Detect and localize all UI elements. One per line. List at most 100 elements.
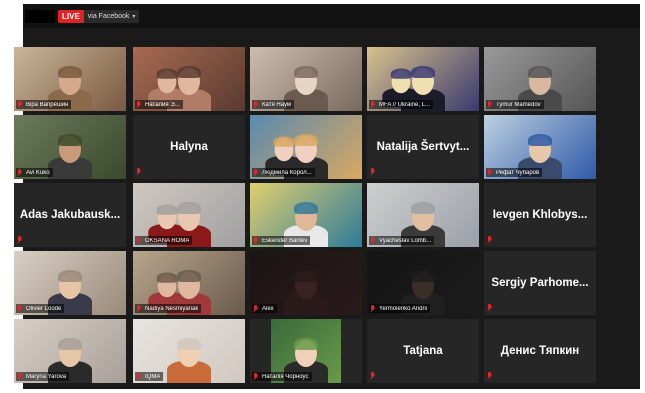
participant-tile[interactable]: Ievgen Khlobys... bbox=[484, 183, 596, 247]
participant-name-label: Наталія Чорноус bbox=[252, 372, 312, 381]
participant-name-label: Alex bbox=[252, 304, 277, 313]
participant-name: MFA // Ukraine, L... bbox=[379, 101, 431, 108]
top-bar: LIVE via Facebook ▾ bbox=[23, 4, 640, 28]
participant-name-label: Eskender Barliev bbox=[252, 236, 311, 245]
participant-tile[interactable]: Alex bbox=[250, 251, 362, 315]
mic-muted-icon bbox=[17, 100, 23, 109]
participant-name: Eskender Barliev bbox=[262, 237, 308, 244]
participant-tile[interactable]: Nadiya Nesmiyanak bbox=[133, 251, 245, 315]
participant-tile[interactable]: Наталія Чорноус bbox=[250, 319, 362, 383]
participant-tile[interactable]: Катя Наум bbox=[250, 47, 362, 111]
top-left-block bbox=[25, 10, 55, 23]
mic-muted-icon bbox=[487, 100, 493, 109]
participant-tile[interactable]: Maryna Yarova bbox=[14, 319, 126, 383]
participant-tile[interactable]: Adas Jakubausk... bbox=[14, 183, 126, 247]
mic-muted-icon bbox=[17, 304, 23, 313]
mic-muted-icon bbox=[253, 168, 259, 177]
mic-muted-icon bbox=[370, 100, 376, 109]
live-badge: LIVE bbox=[58, 10, 84, 23]
participant-name: Halyna bbox=[170, 141, 208, 153]
participant-tile[interactable]: Vyacheslav Lomb... bbox=[367, 183, 479, 247]
participant-tile[interactable]: Наталия Э... bbox=[133, 47, 245, 111]
participant-name-label: Катя Наум bbox=[252, 100, 295, 109]
participant-name-label: Наталия Э... bbox=[135, 100, 183, 109]
participant-name-label: OKSANA ROMA bbox=[135, 236, 193, 245]
mic-muted-icon bbox=[17, 168, 23, 177]
participant-tile[interactable]: Денис Тяпкин bbox=[484, 319, 596, 383]
participant-name: Tymur Mamedov bbox=[496, 101, 541, 108]
participant-tile[interactable]: Halyna bbox=[133, 115, 245, 179]
participant-tile[interactable]: MFA // Ukraine, L... bbox=[367, 47, 479, 111]
mic-muted-icon bbox=[253, 372, 259, 381]
participant-name: Наталія Чорноус bbox=[262, 373, 309, 380]
participant-tile[interactable]: Tatjana bbox=[367, 319, 479, 383]
participant-name: OKSANA ROMA bbox=[145, 237, 190, 244]
participant-tile[interactable]: Natalija Šertvyt... bbox=[367, 115, 479, 179]
participant-name: Рефат Чубаров bbox=[496, 169, 540, 176]
chevron-down-icon[interactable]: ▾ bbox=[132, 13, 139, 20]
participant-name: Olivier Loode bbox=[26, 305, 62, 312]
mic-muted-icon bbox=[487, 236, 493, 244]
participant-name: Ievgen Khlobys... bbox=[492, 209, 588, 221]
participant-name: Денис Тяпкин bbox=[500, 345, 580, 357]
participant-name: Nadiya Nesmiyanak bbox=[145, 305, 199, 312]
participant-name: Alex bbox=[262, 305, 274, 312]
participant-tile[interactable]: Avi Kuko bbox=[14, 115, 126, 179]
participant-tile[interactable]: Tymur Mamedov bbox=[484, 47, 596, 111]
participant-name-label: Maryna Yarova bbox=[16, 372, 70, 381]
participant-name-label: IQMA bbox=[135, 372, 164, 381]
participant-name-label: Віра Вапрешин bbox=[16, 100, 72, 109]
participant-name: Adas Jakubausk... bbox=[19, 209, 121, 221]
participant-name: Natalija Šertvyt... bbox=[376, 141, 470, 153]
mic-muted-icon bbox=[253, 236, 259, 245]
mic-muted-icon bbox=[136, 168, 142, 176]
mic-muted-icon bbox=[253, 304, 259, 313]
participant-name-label: MFA // Ukraine, L... bbox=[369, 100, 434, 109]
participant-tile[interactable]: IQMA bbox=[133, 319, 245, 383]
participant-tile[interactable]: Eskender Barliev bbox=[250, 183, 362, 247]
mic-muted-icon bbox=[370, 304, 376, 313]
mic-muted-icon bbox=[487, 168, 493, 177]
participant-name-label: Olivier Loode bbox=[16, 304, 65, 313]
gallery-grid: Віра Вапрешин Наталия Э... Катя Наум MFA //… bbox=[14, 47, 604, 385]
participant-tile[interactable]: OKSANA ROMA bbox=[133, 183, 245, 247]
participant-name-label: Tymur Mamedov bbox=[486, 100, 544, 109]
mic-muted-icon bbox=[487, 372, 493, 380]
participant-name: IQMA bbox=[145, 373, 161, 380]
participant-name: Maryna Yarova bbox=[26, 373, 67, 380]
mic-muted-icon bbox=[17, 236, 23, 244]
participant-name: Віра Вапрешин bbox=[26, 101, 69, 108]
mic-muted-icon bbox=[370, 168, 376, 176]
mic-muted-icon bbox=[487, 304, 493, 312]
participant-name: Yermolenko Andrii bbox=[379, 305, 428, 312]
mic-muted-icon bbox=[370, 236, 376, 245]
participant-tile[interactable]: Рефат Чубаров bbox=[484, 115, 596, 179]
participant-tile[interactable]: Людмила Корол... bbox=[250, 115, 362, 179]
participant-name-label: Рефат Чубаров bbox=[486, 168, 543, 177]
participant-name: Tatjana bbox=[403, 345, 443, 357]
mic-muted-icon bbox=[253, 100, 259, 109]
participant-tile[interactable]: Olivier Loode bbox=[14, 251, 126, 315]
participant-name-label: Людмила Корол... bbox=[252, 168, 315, 177]
participant-name: Sergiy Parhome... bbox=[491, 277, 589, 289]
participant-name: Людмила Корол... bbox=[262, 169, 312, 176]
participant-tile[interactable]: Віра Вапрешин bbox=[14, 47, 126, 111]
mic-muted-icon bbox=[136, 304, 142, 313]
participant-name: Avi Kuko bbox=[26, 169, 50, 176]
mic-muted-icon bbox=[136, 236, 142, 245]
participant-name-label: Vyacheslav Lomb... bbox=[369, 236, 435, 245]
live-stream-indicator[interactable]: LIVE via Facebook ▾ bbox=[58, 10, 140, 23]
mic-muted-icon bbox=[136, 100, 142, 109]
mic-muted-icon bbox=[136, 372, 142, 381]
mic-muted-icon bbox=[370, 372, 376, 380]
live-destination: via Facebook bbox=[87, 13, 130, 20]
participant-name: Vyacheslav Lomb... bbox=[379, 237, 432, 244]
participant-tile[interactable]: Sergiy Parhome... bbox=[484, 251, 596, 315]
participant-name-label: Avi Kuko bbox=[16, 168, 53, 177]
participant-name: Катя Наум bbox=[262, 101, 292, 108]
participant-name-label: Nadiya Nesmiyanak bbox=[135, 304, 202, 313]
participant-name: Наталия Э... bbox=[145, 101, 180, 108]
participant-name-label: Yermolenko Andrii bbox=[369, 304, 431, 313]
mic-muted-icon bbox=[17, 372, 23, 381]
participant-tile[interactable]: Yermolenko Andrii bbox=[367, 251, 479, 315]
